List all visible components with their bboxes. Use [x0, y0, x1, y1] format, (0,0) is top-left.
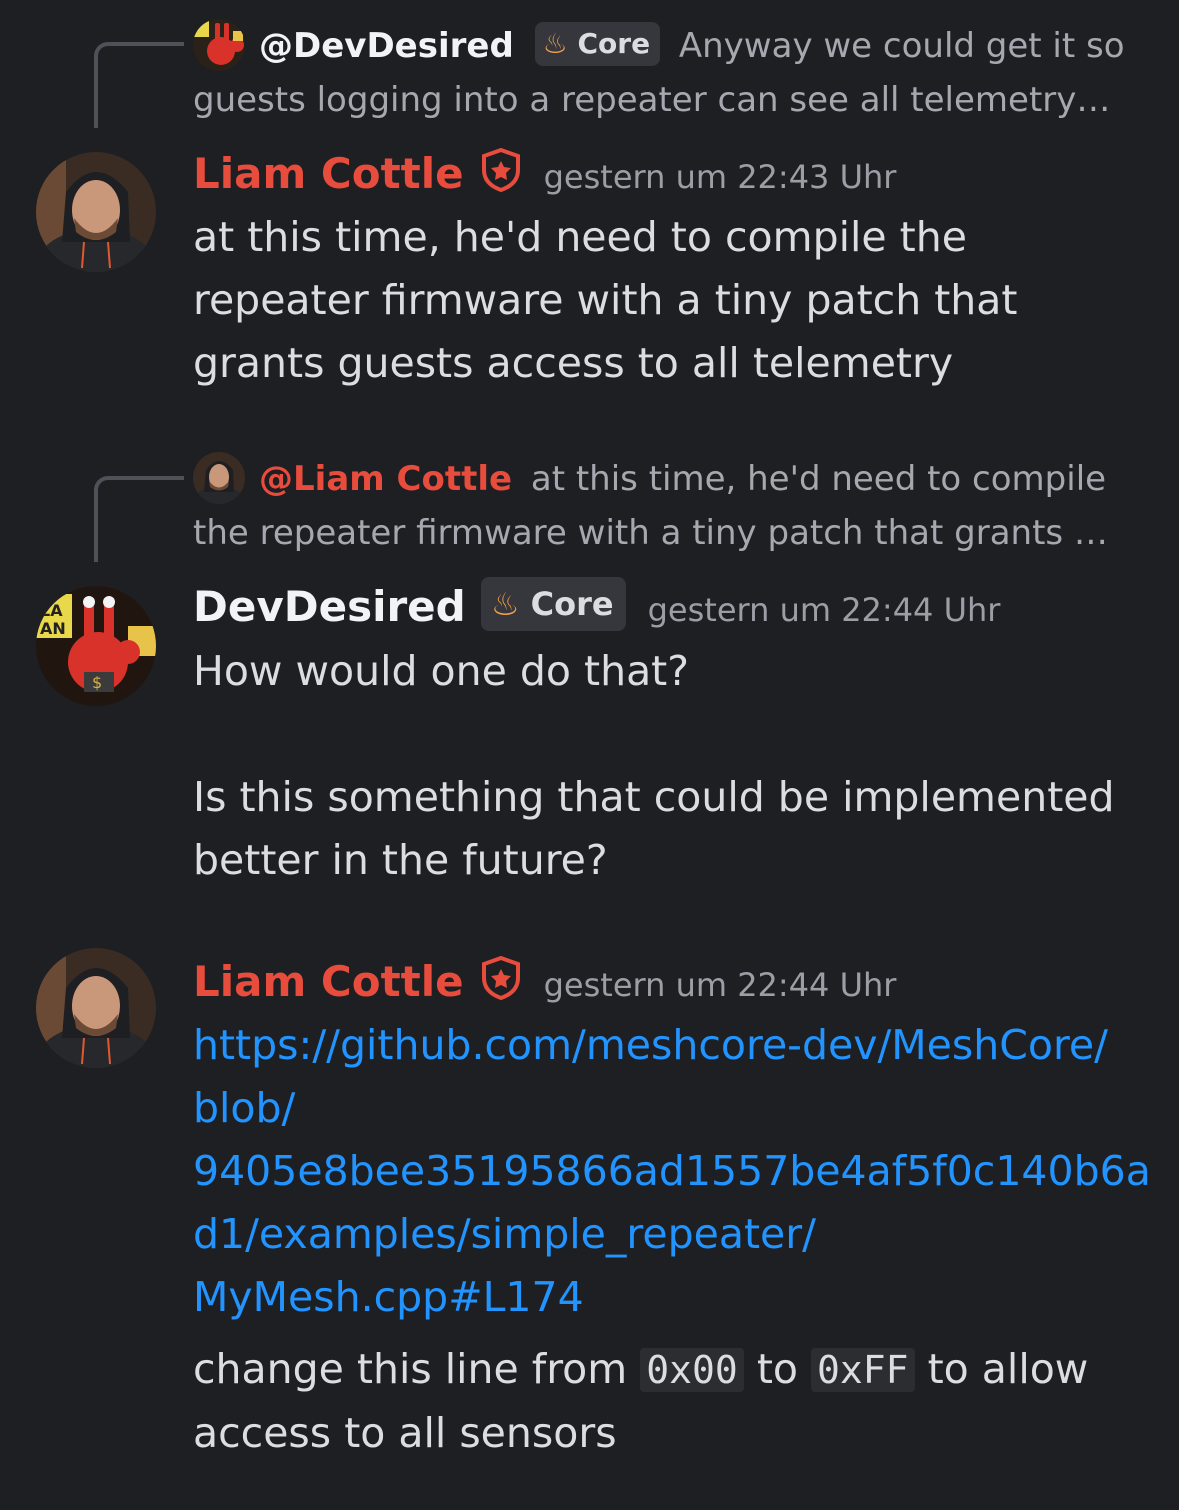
message-header: DevDesired ♨ Core gestern um 22:44 Uhr [193, 577, 1000, 637]
author-name[interactable]: DevDesired [193, 582, 466, 631]
core-badge: ♨ Core [480, 577, 626, 631]
reply-text-line1: at this time, he'd need to compile [530, 459, 1107, 499]
reply-text-line2: the repeater firmware with a tiny patch … [193, 513, 1108, 553]
core-badge: ♨ Core [534, 22, 661, 66]
svg-text:$: $ [92, 673, 102, 692]
timestamp: gestern um 22:43 Uhr [543, 158, 897, 196]
link-line[interactable]: blob/ [193, 1084, 295, 1132]
avatar-liam-cottle[interactable] [36, 948, 156, 1068]
reply-text-line1: Anyway we could get it so [678, 26, 1125, 66]
inline-code-0xFF: 0xFF [811, 1348, 915, 1392]
link-line[interactable]: https://github.com/meshcore-dev/MeshCore… [193, 1021, 1108, 1069]
reply-connector [94, 42, 184, 128]
link-line[interactable]: 9405e8bee35195866ad1557be4af5f0c140b6a [193, 1147, 1151, 1195]
message-body-p2: Is this something that could be implemen… [193, 773, 1115, 884]
author-name[interactable]: Liam Cottle [193, 957, 464, 1006]
text-before: change this line from [193, 1345, 628, 1393]
svg-text:AN: AN [40, 619, 66, 638]
text-mid: to [756, 1345, 798, 1393]
avatar-devdesired[interactable]: LA AN $ [36, 586, 156, 706]
reply-author[interactable]: @DevDesired [259, 26, 514, 66]
reply-preview[interactable]: @DevDesired ♨ Core Anyway we could get i… [193, 19, 1153, 127]
message-header: Liam Cottle gestern um 22:44 Uhr [193, 952, 896, 1012]
timestamp: gestern um 22:44 Uhr [647, 591, 1001, 629]
message-body: at this time, he'd need to compile the r… [193, 213, 1018, 387]
flame-icon: ♨ [490, 585, 520, 623]
moderator-shield-icon [480, 955, 522, 1004]
link-line[interactable]: d1/examples/simple_repeater/ [193, 1210, 816, 1258]
moderator-shield-icon [480, 147, 522, 196]
flame-icon: ♨ [542, 27, 568, 60]
reply-connector [94, 476, 184, 562]
svg-text:LA: LA [40, 601, 63, 620]
message-header: Liam Cottle gestern um 22:43 Uhr [193, 144, 896, 204]
inline-code-0x00: 0x00 [640, 1348, 744, 1392]
github-link[interactable]: https://github.com/meshcore-dev/MeshCore… [193, 1014, 1153, 1329]
reply-preview[interactable]: @Liam Cottle at this time, he'd need to … [193, 452, 1153, 560]
avatar-liam-cottle[interactable] [36, 152, 156, 272]
timestamp: gestern um 22:44 Uhr [543, 966, 897, 1004]
reply-text-line2: guests logging into a repeater can see a… [193, 80, 1111, 120]
link-line[interactable]: MyMesh.cpp#L174 [193, 1273, 584, 1321]
message-body-p1: How would one do that? [193, 647, 690, 695]
author-name[interactable]: Liam Cottle [193, 149, 464, 198]
message-body: change this line from 0x00 to 0xFF to al… [193, 1338, 1153, 1465]
reply-author[interactable]: @Liam Cottle [259, 459, 512, 499]
